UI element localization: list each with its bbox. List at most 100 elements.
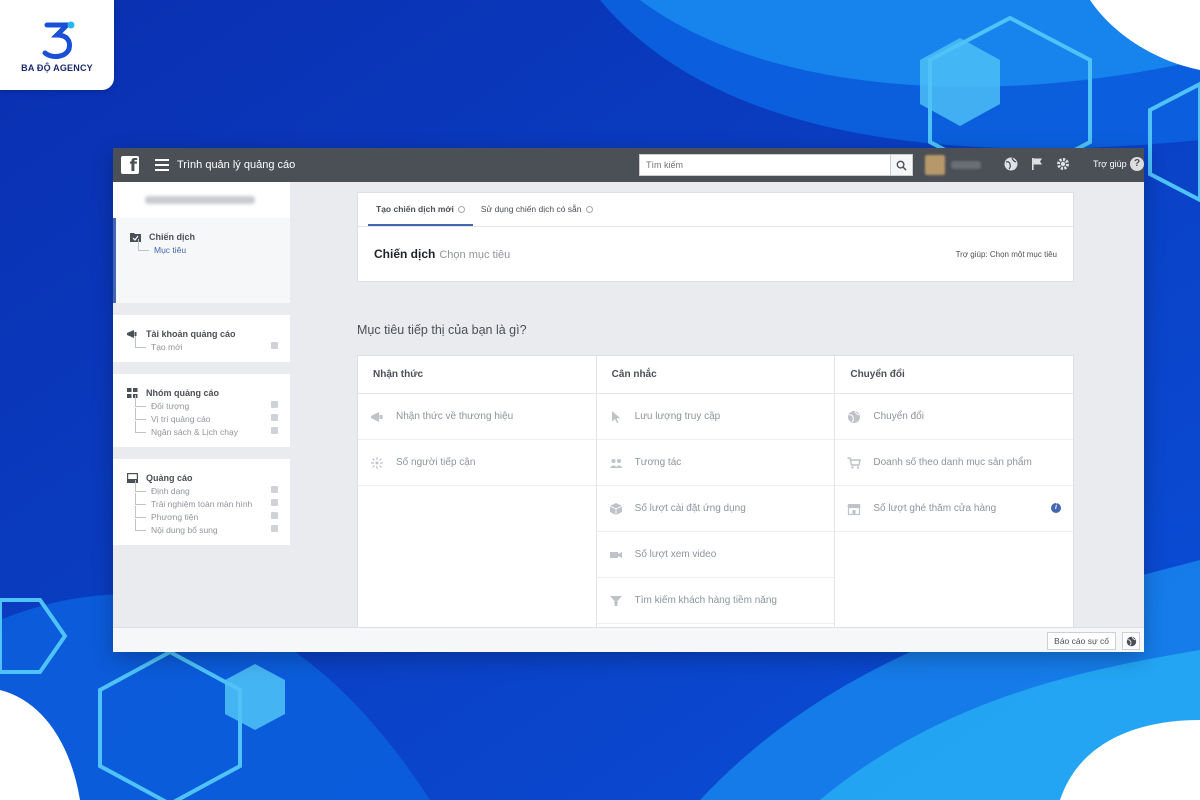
campaign-step: Chọn mục tiêu [439,249,511,261]
sidebar-section-campaign[interactable]: Chiến dịch Mục tiêu [113,218,290,303]
ads-manager-window: f Trình quản lý quảng cáo Tìm kiếm Trợ g… [113,148,1144,652]
objective-label: Nhận thức về thương hiệu [396,411,514,422]
objective-label: Doanh số theo danh mục sản phẩm [873,457,1032,468]
globe-icon[interactable] [1003,156,1019,172]
cart-icon [847,456,862,469]
lock-icon [271,512,278,519]
campaign-label: Chiến dịch [374,247,436,261]
objective-column-awareness: Nhận thức Nhận thức về thương hiệu Số ng… [358,356,597,634]
info-icon [585,205,593,213]
facebook-logo-icon[interactable]: f [121,156,139,175]
sidebar-section-header: Quảng cáo [127,473,278,483]
objective-app-installs[interactable]: Số lượt cài đặt ứng dụng [596,486,835,532]
objective-video-views[interactable]: Số lượt xem video [596,532,835,578]
objective-lead-generation[interactable]: Tìm kiếm khách hàng tiềm năng [596,578,835,624]
account-switcher[interactable] [925,154,989,176]
language-globe-button[interactable] [1122,632,1140,650]
tab-label: Sử dụng chiến dịch có sẵn [480,204,582,214]
sidebar-item-label: Nội dung bổ sung [151,525,218,535]
account-selector[interactable] [113,182,290,218]
sidebar-item-label: Định dạng [151,486,190,496]
campaign-title: Chiến dịch Chọn mục tiêu [374,245,510,263]
sidebar-section-ad-account[interactable]: Tài khoản quảng cáo Tạo mới [113,315,290,362]
megaphone-icon [371,411,383,422]
search-input[interactable] [640,155,890,175]
help-link[interactable]: Trợ giúp [1093,159,1127,169]
lock-icon [271,525,278,532]
sidebar-item-placements[interactable]: Vị trí quảng cáo [127,408,278,424]
tab-use-existing-campaign[interactable]: Sử dụng chiến dịch có sẵn [473,204,601,226]
top-icons [1003,156,1071,172]
sidebar-item-additional-content[interactable]: Nội dung bổ sung [127,519,278,535]
objective-engagement[interactable]: Tương tác [596,440,835,486]
objective-column-header: Cân nhắc [596,356,835,394]
sidebar-section-ad-set[interactable]: Nhóm quảng cáo Đối tượng Vị trí quảng cá… [113,374,290,447]
sidebar-item-media[interactable]: Phương tiện [127,506,278,522]
objective-catalog-sales[interactable]: Doanh số theo danh mục sản phẩm [835,440,1074,486]
objective-label: Tương tác [634,457,682,468]
objective-brand-awareness[interactable]: Nhận thức về thương hiệu [358,394,596,440]
objective-conversions[interactable]: Chuyển đổi [835,394,1074,440]
objective-label: Chuyển đổi [873,411,924,422]
globe-icon [1126,636,1136,646]
sidebar-item-label: Tạo mới [151,342,183,352]
campaign-header-row: Chiến dịch Chọn mục tiêu Trợ giúp: Chọn m… [358,227,1073,281]
sidebar-item-budget-schedule[interactable]: Ngân sách & Lịch chạy [127,421,278,437]
sidebar-item-label: Mục tiêu [154,245,187,255]
sidebar-section-header: Tài khoản quảng cáo [127,329,278,339]
sidebar-item-audience[interactable]: Đối tượng [127,395,278,411]
brand-logo-card: BA ĐỘ AGENCY [0,0,114,90]
store-icon [847,503,861,515]
info-icon [457,205,465,213]
objective-help-link[interactable]: Trợ giúp: Chọn một mục tiêu [956,250,1057,259]
lock-icon [271,427,278,434]
help-icon[interactable]: ? [1130,157,1144,171]
sidebar-section-title: Tài khoản quảng cáo [146,329,236,339]
info-icon[interactable]: i [1051,503,1062,513]
sidebar-item-fullscreen-experience[interactable]: Trải nghiệm toàn màn hình [127,493,278,509]
app-title: Trình quản lý quảng cáo [177,159,296,171]
tab-label: Tạo chiến dịch mới [376,204,454,214]
lock-icon [271,486,278,493]
sidebar-item-label: Đối tượng [151,401,190,411]
sidebar-item-label: Vị trí quảng cáo [151,414,211,424]
sidebar-section-title: Quảng cáo [146,473,193,483]
gear-icon[interactable] [1055,156,1071,172]
objective-reach[interactable]: Số người tiếp cận [358,440,596,486]
account-id-blurred [145,196,255,204]
sidebar-item-label: Trải nghiệm toàn màn hình [151,499,253,509]
objective-column-header: Nhận thức [358,356,596,394]
brand-logo-icon [42,21,75,59]
tab-bar: Tạo chiến dịch mới Sử dụng chiến dịch có… [358,193,1073,227]
objective-traffic[interactable]: Lưu lượng truy cập [596,394,835,440]
top-bar: f Trình quản lý quảng cáo Tìm kiếm Trợ g… [113,148,1144,182]
campaign-card: Tạo chiến dịch mới Sử dụng chiến dịch có… [357,192,1074,282]
objective-label: Số lượt cài đặt ứng dụng [634,503,746,514]
search-icon [896,160,907,171]
sidebar-section-ad[interactable]: Quảng cáo Định dạng Trải nghiệm toàn màn… [113,459,290,545]
search-box [639,154,913,176]
video-camera-icon [609,551,622,558]
footer-bar: Báo cáo sự cố [113,627,1144,652]
funnel-icon [609,595,622,606]
objective-label: Số lượt ghé thăm cửa hàng [873,503,997,514]
report-problem-button[interactable]: Báo cáo sự cố [1047,632,1116,650]
brand-logo-text: BA ĐỘ AGENCY [21,63,93,73]
sidebar-item-objective[interactable]: Mục tiêu [130,239,278,255]
search-button[interactable] [890,155,912,175]
sidebar-item-format[interactable]: Định dạng [127,480,278,496]
lock-icon [271,342,278,349]
objective-store-visits[interactable]: Số lượt ghé thăm cửa hàng i [835,486,1074,532]
objective-label: Tìm kiếm khách hàng tiềm năng [634,595,777,606]
cursor-icon [611,410,620,423]
menu-icon[interactable] [155,156,169,174]
tab-create-new-campaign[interactable]: Tạo chiến dịch mới [368,204,473,226]
objectives-table: Nhận thức Nhận thức về thương hiệu Số ng… [357,355,1074,635]
sidebar: Chiến dịch Mục tiêu Tài khoản quảng cáo … [113,182,290,627]
avatar [925,155,945,175]
globe-icon [848,410,861,423]
sidebar-item-create-new[interactable]: Tạo mới [127,336,278,352]
objective-column-header: Chuyển đổi [835,356,1074,394]
flag-icon[interactable] [1029,156,1045,172]
lock-icon [271,414,278,421]
